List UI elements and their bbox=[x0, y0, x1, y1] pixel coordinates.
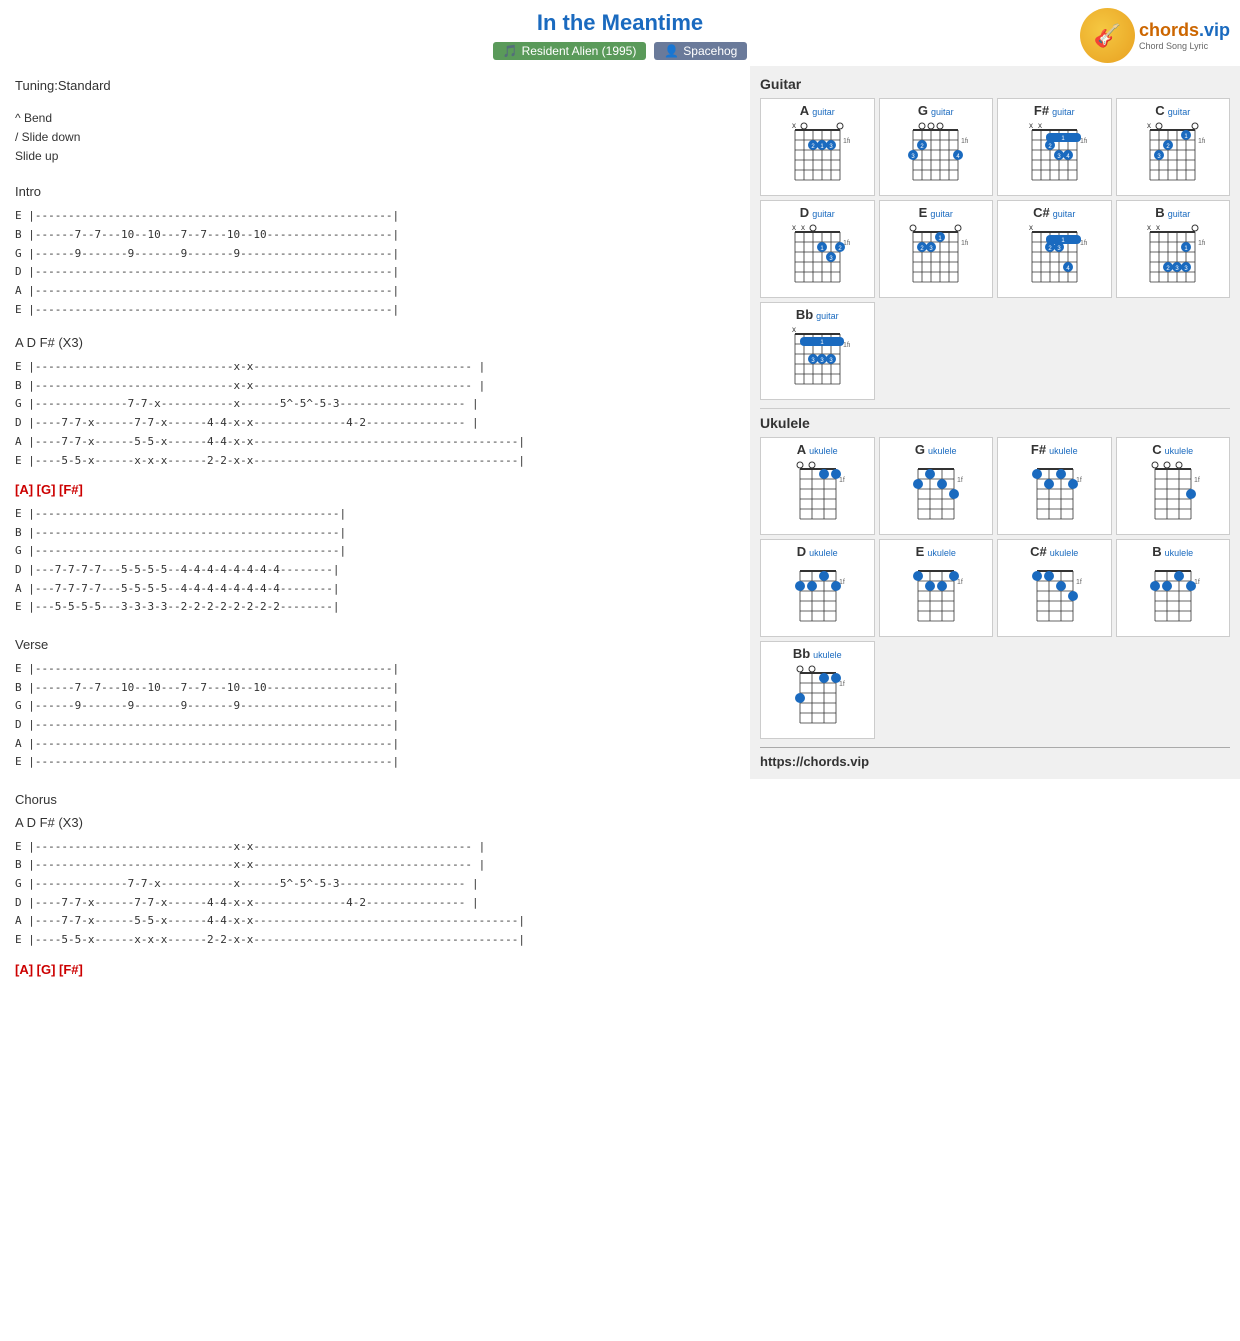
svg-text:1fr: 1fr bbox=[1198, 138, 1205, 145]
guitar-chord-C[interactable]: C guitar bbox=[1116, 98, 1231, 196]
svg-text:1fr: 1fr bbox=[843, 342, 850, 349]
svg-text:1fr: 1fr bbox=[1198, 240, 1205, 247]
guitar-chord-D[interactable]: D guitar bbox=[760, 200, 875, 298]
ukulele-chord-E[interactable]: E ukulele 1fr bbox=[879, 539, 994, 637]
chord-url: https://chords.vip bbox=[760, 747, 1230, 769]
tab-block-verse: E |-------------------------------------… bbox=[15, 660, 735, 772]
ukulele-chord-Fsharp[interactable]: F# ukulele 1fr bbox=[997, 437, 1112, 535]
guitar-chord-Csharp[interactable]: C# guitar bbox=[997, 200, 1112, 298]
ukulele-chord-Csharp[interactable]: C# ukulele 1fr bbox=[997, 539, 1112, 637]
legend-slide-down: / Slide down bbox=[15, 128, 735, 147]
ukulele-chord-Bb[interactable]: Bb ukulele 1fr bbox=[760, 641, 875, 739]
legend-bend: ^ Bend bbox=[15, 109, 735, 128]
svg-text:x: x bbox=[1147, 223, 1151, 232]
svg-text:1fr: 1fr bbox=[839, 477, 845, 484]
section-intro: Intro bbox=[15, 182, 735, 203]
svg-text:1fr: 1fr bbox=[1080, 240, 1087, 247]
svg-text:1fr: 1fr bbox=[843, 138, 850, 145]
guitar-section-title: Guitar bbox=[760, 76, 1230, 92]
ukulele-chord-C[interactable]: C ukulele 1fr bbox=[1116, 437, 1231, 535]
guitar-chord-G[interactable]: G guitar bbox=[879, 98, 994, 196]
ukulele-chord-D[interactable]: D ukulele 1fr bbox=[760, 539, 875, 637]
section-chorus: Chorus bbox=[15, 790, 735, 811]
legend: ^ Bend / Slide down Slide up bbox=[15, 109, 735, 167]
svg-text:x: x bbox=[792, 121, 796, 130]
guitar-chord-B[interactable]: B guitar bbox=[1116, 200, 1231, 298]
guitar-chord-E[interactable]: E guitar bbox=[879, 200, 994, 298]
ukulele-chord-A[interactable]: A ukulele 1fr bbox=[760, 437, 875, 535]
svg-text:1fr: 1fr bbox=[961, 138, 968, 145]
svg-text:1fr: 1fr bbox=[1194, 477, 1200, 484]
tab-block-adf2: E |------------------------------x-x----… bbox=[15, 838, 735, 950]
page-header: In the Meantime 🎵 Resident Alien (1995) … bbox=[0, 0, 1240, 66]
page-title: In the Meantime bbox=[0, 10, 1240, 36]
svg-text:1fr: 1fr bbox=[1076, 579, 1082, 586]
section-verse: Verse bbox=[15, 635, 735, 656]
svg-text:1fr: 1fr bbox=[839, 681, 845, 688]
guitar-chord-Fsharp[interactable]: F# guitar bbox=[997, 98, 1112, 196]
svg-text:1fr: 1fr bbox=[957, 579, 963, 586]
tab-block-intro: E |-------------------------------------… bbox=[15, 207, 735, 319]
svg-text:x: x bbox=[1029, 223, 1033, 232]
tuning-label: Tuning:Standard bbox=[15, 76, 735, 97]
legend-slide-up: Slide up bbox=[15, 147, 735, 166]
tab-block-adf1: E |------------------------------x-x----… bbox=[15, 358, 735, 470]
svg-text:x: x bbox=[1038, 121, 1042, 130]
artist-tag[interactable]: 👤 Spacehog bbox=[654, 42, 747, 60]
section-a-d-f1: A D F# (X3) bbox=[15, 333, 735, 354]
svg-text:1fr: 1fr bbox=[957, 477, 963, 484]
ukulele-chord-G[interactable]: G ukulele 1fr bbox=[879, 437, 994, 535]
svg-text:x: x bbox=[801, 223, 805, 232]
svg-text:1fr: 1fr bbox=[961, 240, 968, 247]
svg-text:x: x bbox=[792, 223, 796, 232]
album-tag[interactable]: 🎵 Resident Alien (1995) bbox=[493, 42, 647, 60]
ukulele-chord-B[interactable]: B ukulele 1fr bbox=[1116, 539, 1231, 637]
guitar-chord-Bb[interactable]: Bb guitar bbox=[760, 302, 875, 400]
tab-block-agf1: E |-------------------------------------… bbox=[15, 505, 735, 617]
left-panel: Tuning:Standard ^ Bend / Slide down Slid… bbox=[0, 66, 750, 995]
guitar-chord-A[interactable]: A guitar bbox=[760, 98, 875, 196]
svg-text:x: x bbox=[1147, 121, 1151, 130]
svg-text:x: x bbox=[1156, 223, 1160, 232]
chord-line-1: [A] [G] [F#] bbox=[15, 480, 735, 501]
chord-line-2: [A] [G] [F#] bbox=[15, 960, 735, 981]
svg-text:x: x bbox=[1029, 121, 1033, 130]
right-panel: Guitar A guitar bbox=[750, 66, 1240, 779]
svg-text:1fr: 1fr bbox=[1080, 138, 1087, 145]
ukulele-section-title: Ukulele bbox=[760, 408, 1230, 431]
album-icon: 🎵 bbox=[503, 44, 518, 58]
section-a-d-f2: A D F# (X3) bbox=[15, 813, 735, 834]
artist-icon: 👤 bbox=[664, 44, 679, 58]
svg-text:x: x bbox=[792, 325, 796, 334]
